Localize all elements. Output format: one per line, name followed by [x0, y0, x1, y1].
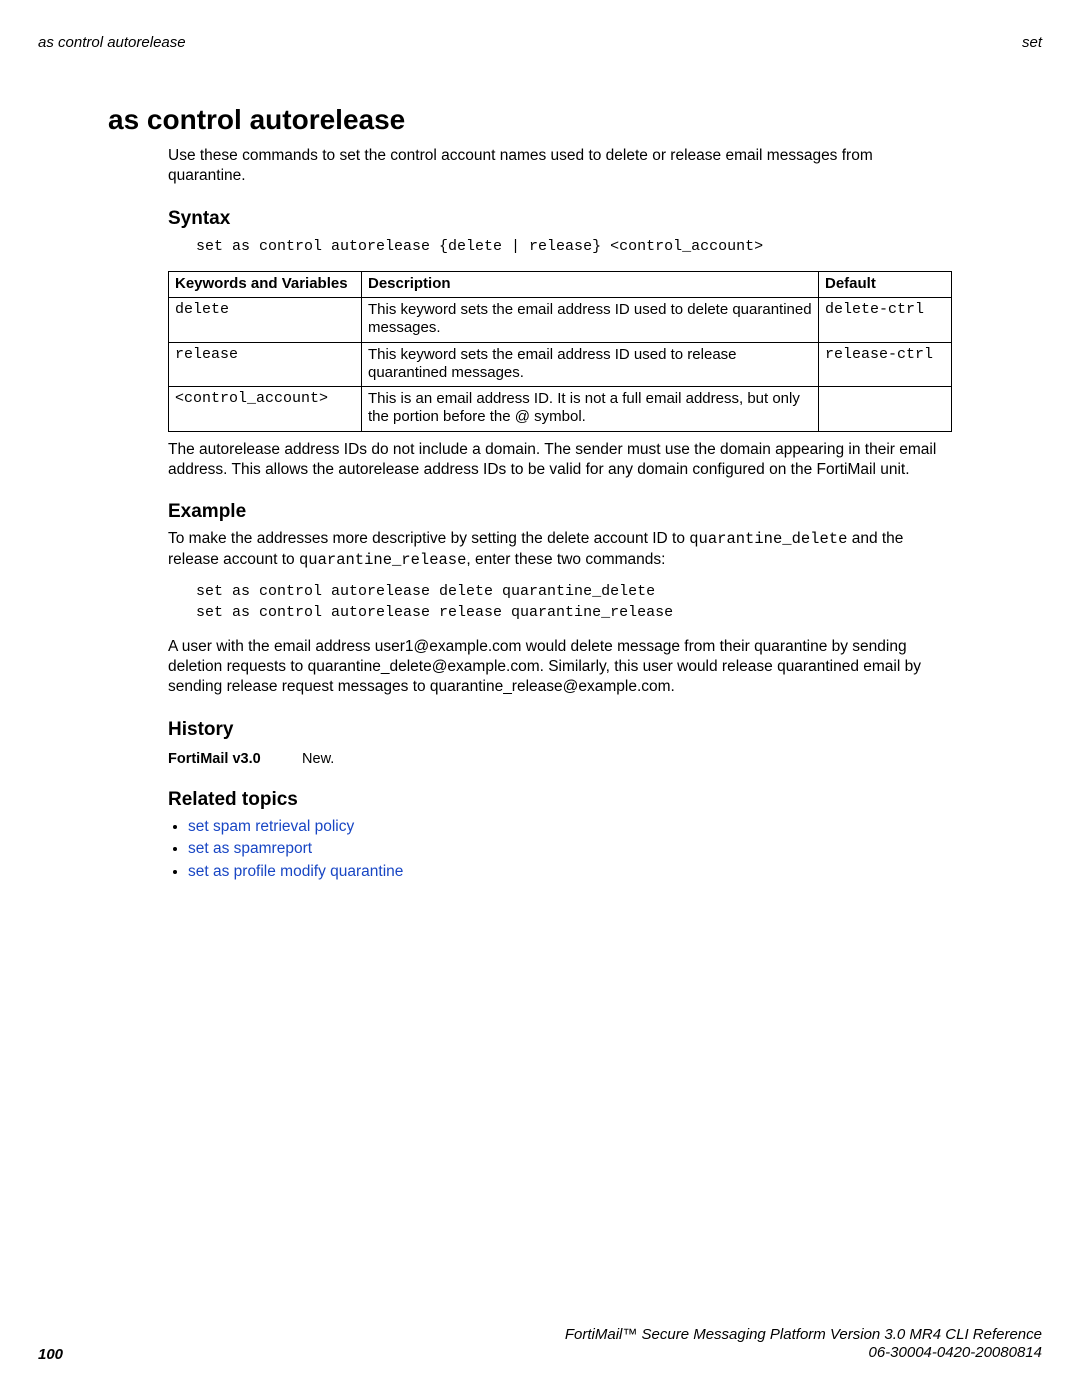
list-item: set spam retrieval policy	[188, 817, 952, 838]
related-link[interactable]: set as profile modify quarantine	[188, 863, 403, 880]
desc-cell: This keyword sets the email address ID u…	[362, 297, 819, 342]
syntax-code: set as control autorelease {delete | rel…	[196, 236, 952, 257]
intro-paragraph: Use these commands to set the control ac…	[168, 146, 952, 186]
page-title: as control autorelease	[108, 104, 952, 136]
col-keywords: Keywords and Variables	[169, 271, 362, 297]
inline-code: quarantine_release	[299, 551, 466, 569]
table-row: release This keyword sets the email addr…	[169, 342, 952, 387]
related-link[interactable]: set as spamreport	[188, 840, 312, 857]
document-page: as control autorelease set as control au…	[0, 0, 1080, 1397]
syntax-heading: Syntax	[168, 208, 952, 230]
related-topics-heading: Related topics	[168, 789, 952, 811]
col-description: Description	[362, 271, 819, 297]
header-right: set	[1022, 34, 1042, 51]
list-item: set as profile modify quarantine	[188, 862, 952, 883]
example-result-paragraph: A user with the email address user1@exam…	[168, 637, 952, 696]
header-left: as control autorelease	[38, 34, 186, 51]
def-cell	[819, 387, 952, 432]
inline-code: quarantine_delete	[689, 530, 847, 548]
history-note: New.	[302, 751, 334, 767]
keywords-table: Keywords and Variables Description Defau…	[168, 271, 952, 432]
history-version: FortiMail v3.0	[168, 751, 298, 767]
footer-right: FortiMail™ Secure Messaging Platform Ver…	[565, 1326, 1042, 1364]
footer-line2: 06-30004-0420-20080814	[565, 1344, 1042, 1363]
history-heading: History	[168, 719, 952, 741]
example-text: , enter these two commands:	[466, 551, 665, 568]
page-footer: 100 FortiMail™ Secure Messaging Platform…	[38, 1326, 1042, 1364]
example-text: To make the addresses more descriptive b…	[168, 530, 689, 547]
running-header: as control autorelease set	[38, 34, 1042, 51]
example-heading: Example	[168, 501, 952, 523]
col-default: Default	[819, 271, 952, 297]
footer-line1: FortiMail™ Secure Messaging Platform Ver…	[565, 1326, 1042, 1345]
related-topics-list: set spam retrieval policy set as spamrep…	[168, 817, 952, 884]
post-table-paragraph: The autorelease address IDs do not inclu…	[168, 440, 952, 480]
kw-cell: <control_account>	[169, 387, 362, 432]
example-intro-paragraph: To make the addresses more descriptive b…	[168, 529, 952, 571]
desc-cell: This is an email address ID. It is not a…	[362, 387, 819, 432]
table-header-row: Keywords and Variables Description Defau…	[169, 271, 952, 297]
example-code: set as control autorelease delete quaran…	[196, 581, 952, 623]
page-number: 100	[38, 1346, 63, 1363]
history-entry: FortiMail v3.0 New.	[168, 751, 952, 767]
list-item: set as spamreport	[188, 839, 952, 860]
kw-cell: release	[169, 342, 362, 387]
def-cell: release-ctrl	[819, 342, 952, 387]
table-row: <control_account> This is an email addre…	[169, 387, 952, 432]
table-row: delete This keyword sets the email addre…	[169, 297, 952, 342]
desc-cell: This keyword sets the email address ID u…	[362, 342, 819, 387]
kw-cell: delete	[169, 297, 362, 342]
content-area: as control autorelease Use these command…	[108, 104, 952, 885]
related-link[interactable]: set spam retrieval policy	[188, 818, 354, 835]
def-cell: delete-ctrl	[819, 297, 952, 342]
